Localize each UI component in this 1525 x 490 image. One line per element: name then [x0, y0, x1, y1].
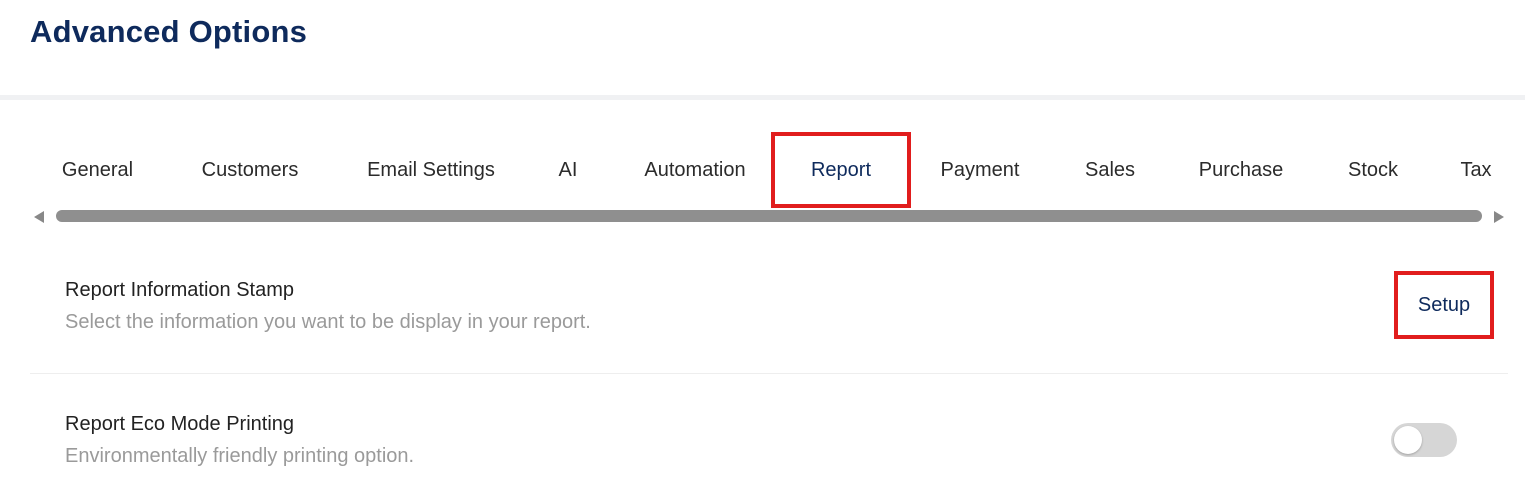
tab-email-settings[interactable]: Email Settings: [345, 132, 517, 208]
tab-tax[interactable]: Tax: [1445, 132, 1507, 208]
tab-ai[interactable]: AI: [545, 132, 591, 208]
toggle-knob: [1394, 426, 1422, 454]
tab-bar: General Customers Email Settings AI Auto…: [0, 132, 1525, 208]
tab-purchase[interactable]: Purchase: [1180, 132, 1302, 208]
tab-automation[interactable]: Automation: [622, 132, 768, 208]
setting-title: Report Eco Mode Printing: [65, 413, 295, 435]
tab-customers[interactable]: Customers: [180, 132, 320, 208]
eco-mode-toggle[interactable]: [1391, 423, 1457, 457]
scroll-right-arrow-icon[interactable]: [1494, 211, 1504, 223]
setup-button[interactable]: Setup: [1394, 271, 1494, 339]
header-divider: [0, 95, 1525, 100]
tab-stock[interactable]: Stock: [1332, 132, 1414, 208]
setting-row-eco-mode: Report Eco Mode Printing Environmentally…: [30, 374, 1508, 490]
tab-payment[interactable]: Payment: [922, 132, 1038, 208]
page-title: Advanced Options: [30, 14, 308, 49]
scroll-track[interactable]: [56, 210, 1482, 222]
tab-sales[interactable]: Sales: [1070, 132, 1150, 208]
tab-report[interactable]: Report: [771, 132, 911, 208]
tab-scrollbar[interactable]: [30, 207, 1508, 225]
tab-general[interactable]: General: [40, 132, 155, 208]
setting-description: Select the information you want to be di…: [65, 311, 591, 333]
scroll-thumb[interactable]: [56, 210, 1482, 222]
setting-row-report-stamp: Report Information Stamp Select the info…: [30, 250, 1508, 374]
setting-description: Environmentally friendly printing option…: [65, 445, 415, 467]
page-header: Advanced Options: [0, 0, 1525, 95]
scroll-left-arrow-icon[interactable]: [34, 211, 44, 223]
setting-title: Report Information Stamp: [65, 279, 294, 301]
